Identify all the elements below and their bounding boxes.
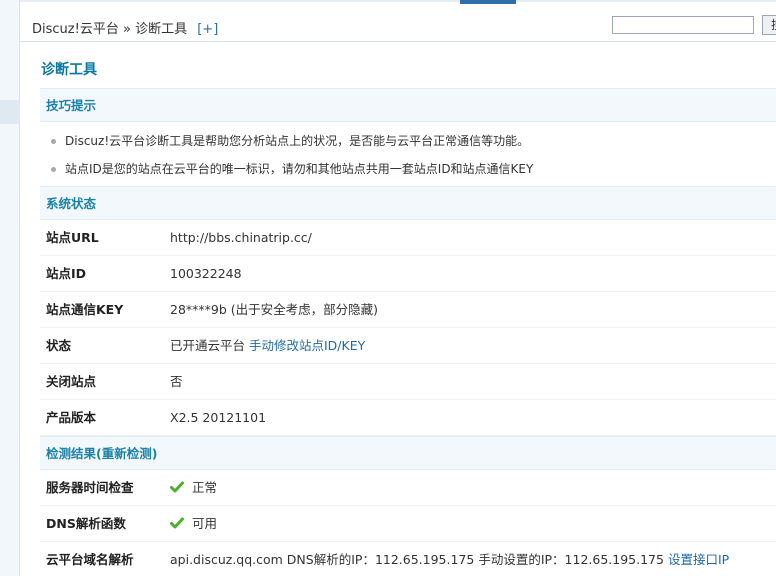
status-row: 产品版本 X2.5 20121101 — [40, 400, 776, 436]
tips-heading: 技巧提示 — [40, 88, 776, 122]
row-label: 站点通信KEY — [46, 302, 124, 317]
status-text: 已开通云平台 — [170, 338, 246, 353]
search-button[interactable]: 搜 — [762, 15, 776, 35]
row-value: X2.5 20121101 — [170, 410, 267, 425]
page-title: 诊断工具 — [41, 62, 97, 78]
status-row: 站点通信KEY 28****9b (出于安全考虑，部分隐藏) — [40, 292, 776, 328]
tip-item: 站点ID是您的站点在云平台的唯一标识，请勿和其他站点共用一套站点ID和站点通信K… — [40, 155, 776, 183]
left-sidebar — [0, 0, 20, 576]
row-label: 云平台域名解析 — [46, 552, 134, 567]
check-result: 可用 — [191, 516, 217, 531]
check-row: 服务器时间检查 正常 — [40, 470, 776, 506]
row-label: 状态 — [46, 338, 72, 353]
row-value: 可用 — [170, 506, 217, 541]
status-row: 站点ID 100322248 — [40, 256, 776, 292]
row-label: 关闭站点 — [46, 374, 97, 389]
set-api-ip-link[interactable]: 设置接口IP — [668, 552, 729, 567]
row-value: api.discuz.qq.com DNS解析的IP：112.65.195.17… — [170, 542, 729, 576]
check-heading[interactable]: 检测结果(重新检测) — [40, 436, 776, 470]
row-value: 否 — [170, 374, 183, 389]
tip-item: Discuz!云平台诊断工具是帮助您分析站点上的状况，是否能与云平台正常通信等功… — [40, 127, 776, 155]
breadcrumb-separator: » — [122, 22, 131, 37]
check-icon — [170, 481, 184, 493]
tips-list: Discuz!云平台诊断工具是帮助您分析站点上的状况，是否能与云平台正常通信等功… — [40, 122, 776, 186]
check-row: DNS解析函数 可用 — [40, 506, 776, 542]
check-row: 云平台域名解析 api.discuz.qq.com DNS解析的IP：112.6… — [40, 542, 776, 576]
row-label: DNS解析函数 — [46, 516, 126, 531]
check-result: 正常 — [191, 480, 217, 495]
row-value: 28****9b (出于安全考虑，部分隐藏) — [170, 302, 379, 317]
check-icon — [170, 517, 184, 529]
row-value: http://bbs.chinatrip.cc/ — [170, 230, 312, 245]
edit-site-key-link[interactable]: 手动修改站点ID/KEY — [249, 338, 365, 353]
top-border — [20, 0, 776, 2]
add-shortcut-button[interactable]: [+] — [197, 22, 218, 37]
sidebar-selected-item[interactable] — [0, 100, 20, 124]
breadcrumb: Discuz!云平台 » 诊断工具 [+] — [32, 18, 218, 37]
bullet-icon — [51, 167, 56, 172]
dns-result-text: api.discuz.qq.com DNS解析的IP：112.65.195.17… — [170, 552, 664, 567]
row-label: 站点URL — [46, 230, 99, 245]
status-row: 状态 已开通云平台 手动修改站点ID/KEY — [40, 328, 776, 364]
tip-text: Discuz!云平台诊断工具是帮助您分析站点上的状况，是否能与云平台正常通信等功… — [65, 134, 530, 148]
status-row: 站点URL http://bbs.chinatrip.cc/ — [40, 220, 776, 256]
top-bar: Discuz!云平台 » 诊断工具 [+] 搜 — [20, 0, 776, 42]
tip-text: 站点ID是您的站点在云平台的唯一标识，请勿和其他站点共用一套站点ID和站点通信K… — [65, 162, 534, 176]
breadcrumb-current: 诊断工具 — [135, 22, 188, 37]
row-value: 正常 — [170, 470, 217, 505]
status-row: 关闭站点 否 — [40, 364, 776, 400]
main-content: 诊断工具 技巧提示 Discuz!云平台诊断工具是帮助您分析站点上的状况，是否能… — [40, 52, 776, 576]
bullet-icon — [51, 139, 56, 144]
row-label: 产品版本 — [46, 410, 97, 425]
row-label: 服务器时间检查 — [46, 480, 134, 495]
breadcrumb-root[interactable]: Discuz!云平台 — [32, 22, 119, 37]
row-value: 已开通云平台 手动修改站点ID/KEY — [170, 328, 365, 363]
row-label: 站点ID — [46, 266, 87, 281]
search-input[interactable] — [612, 16, 754, 34]
status-heading: 系统状态 — [40, 186, 776, 220]
row-value: 100322248 — [170, 266, 242, 281]
active-nav-indicator[interactable] — [460, 0, 516, 4]
